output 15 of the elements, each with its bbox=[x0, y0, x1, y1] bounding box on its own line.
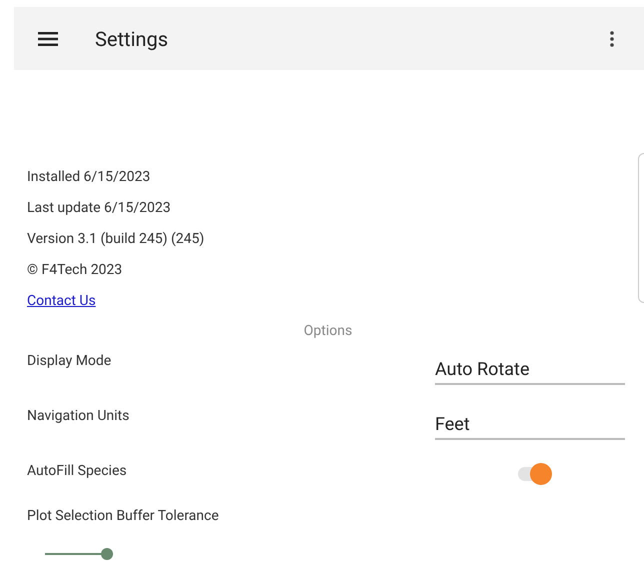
setting-label: Display Mode bbox=[27, 353, 112, 369]
screen-title: Settings bbox=[95, 26, 170, 50]
setting-label: AutoFill Species bbox=[27, 463, 127, 479]
setting-label: Plot Selection Buffer Tolerance bbox=[27, 508, 219, 524]
setting-label: Navigation Units bbox=[27, 408, 130, 424]
section-title: Options bbox=[302, 323, 354, 339]
menu-icon[interactable] bbox=[38, 32, 58, 46]
dropdown-field[interactable]: Auto Rotate bbox=[435, 359, 625, 385]
contact-link[interactable]: Contact Us bbox=[27, 292, 96, 311]
info-text: Last update 6/15/2023 bbox=[27, 199, 171, 218]
more-options-icon[interactable] bbox=[610, 30, 614, 46]
info-text: Installed 6/15/2023 bbox=[27, 168, 150, 187]
dropdown-field[interactable]: Feet bbox=[435, 414, 625, 440]
info-text: © F4Tech 2023 bbox=[27, 261, 122, 280]
info-text: Version 3.1 (build 245) (245) bbox=[27, 230, 204, 249]
